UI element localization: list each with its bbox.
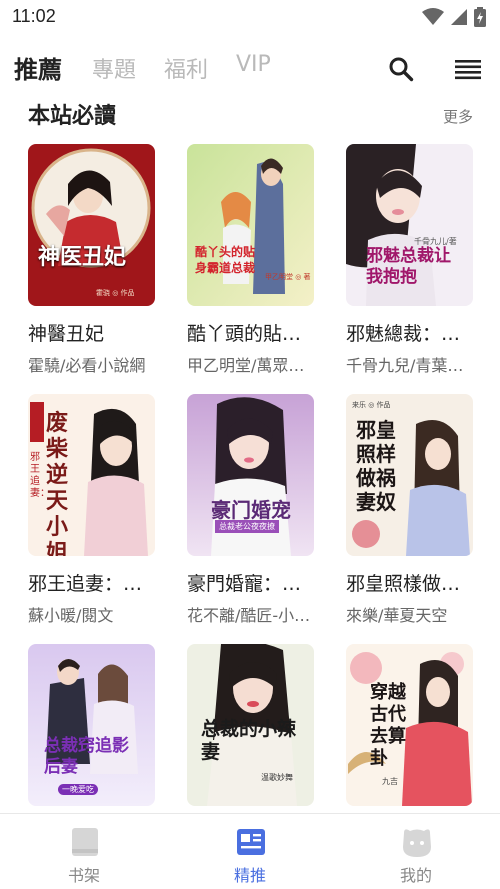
book-card[interactable]: 总裁窍追影后妻 一晚爱吃 <box>28 644 155 812</box>
tab-vip[interactable]: VIP <box>236 52 271 77</box>
battery-icon <box>474 7 486 31</box>
cover-title: 邪魅总裁让我抱抱 <box>366 246 451 287</box>
book-cover[interactable]: 总裁的小辣妻 温歌妙舞 <box>187 644 314 806</box>
cover-title: 酷丫头的贴身霸道总裁 <box>195 245 256 275</box>
cover-subtitle: 来乐 ◎ 作品 <box>352 401 391 409</box>
cover-title: 总裁窍追影后妻 <box>44 736 129 777</box>
cover-title: 废柴逆天小姐 <box>46 410 69 556</box>
book-author: 甲乙明堂/萬眾… <box>187 356 305 375</box>
nav-label: 我的 <box>399 866 432 885</box>
tab-benefits[interactable]: 福利 <box>164 52 208 84</box>
cover-title: 穿越古代去算卦 <box>370 682 406 769</box>
book-author: 來樂/華夏天空 <box>346 606 448 625</box>
book-title: 豪門婚寵：… <box>187 573 302 595</box>
bottom-nav: 书架 精推 我的 <box>0 813 500 889</box>
search-button[interactable] <box>386 56 416 86</box>
book-cover[interactable]: 总裁窍追影后妻 一晚爱吃 <box>28 644 155 806</box>
book-card[interactable]: 穿越古代去算卦 九吉 <box>346 644 473 812</box>
book-title: 酷丫頭的貼… <box>187 323 302 345</box>
section-title: 本站必讀 <box>28 104 117 129</box>
book-card[interactable]: 豪门婚宠 总裁老公夜夜撩 豪門婚寵：… 花不離/酷匠-小… <box>187 394 314 626</box>
book-cover[interactable]: 酷丫头的贴身霸道总裁 甲乙明堂 ◎ 著 <box>187 144 314 306</box>
status-icons <box>422 7 486 31</box>
cover-title: 邪皇照样做祸妻奴 <box>356 418 396 514</box>
tab-topics[interactable]: 專題 <box>92 52 136 84</box>
book-grid: 神医丑妃 霍骁 ◎ 作品 神醫丑妃 霍驍/必看小說網 酷丫头的贴身霸道总裁 甲乙… <box>0 144 500 812</box>
book-card[interactable]: 酷丫头的贴身霸道总裁 甲乙明堂 ◎ 著 酷丫頭的貼… 甲乙明堂/萬眾… <box>187 144 314 376</box>
book-title: 邪魅總裁：… <box>346 323 461 345</box>
book-author: 千骨九兒/青葉… <box>346 356 464 375</box>
book-cover[interactable]: 神医丑妃 霍骁 ◎ 作品 <box>28 144 155 306</box>
book-cover[interactable]: 穿越古代去算卦 九吉 <box>346 644 473 806</box>
nav-label: 书架 <box>67 866 100 885</box>
nav-label: 精推 <box>233 866 266 885</box>
wifi-icon <box>422 8 444 30</box>
cover-subtitle: 邪王追妻： <box>30 452 50 499</box>
book-card[interactable]: 邪魅总裁让我抱抱 千骨九儿/著 邪魅總裁：… 千骨九兒/青葉… <box>346 144 473 376</box>
cover-title: 总裁的小辣妻 <box>201 718 297 763</box>
book-author: 花不離/酷匠-小… <box>187 606 311 625</box>
book-author: 蘇小暖/閱文 <box>28 606 114 625</box>
cover-title: 豪门婚宠 <box>211 498 291 522</box>
cover-subtitle: 一晚爱吃 <box>58 784 98 795</box>
book-card[interactable]: 废柴逆天小姐 邪王追妻： 邪王追妻：… 蘇小暖/閱文 <box>28 394 155 626</box>
tab-recommend[interactable]: 推薦 <box>14 50 62 85</box>
book-title: 邪皇照樣做… <box>346 573 461 595</box>
cover-subtitle: 九吉 <box>382 777 398 786</box>
book-cover[interactable]: 豪门婚宠 总裁老公夜夜撩 <box>187 394 314 556</box>
book-cover[interactable]: 废柴逆天小姐 邪王追妻： <box>28 394 155 556</box>
cover-subtitle: 总裁老公夜夜撩 <box>215 520 279 533</box>
nav-featured[interactable]: 精推 <box>190 814 310 889</box>
menu-icon <box>455 58 481 84</box>
book-card[interactable]: 总裁的小辣妻 温歌妙舞 <box>187 644 314 812</box>
nav-bookshelf[interactable]: 书架 <box>24 814 144 889</box>
book-cover[interactable]: 邪皇照样做祸妻奴 来乐 ◎ 作品 <box>346 394 473 556</box>
nav-profile[interactable]: 我的 <box>356 814 476 889</box>
signal-icon <box>450 8 468 30</box>
status-bar: 11:02 <box>0 0 500 34</box>
search-icon <box>388 56 414 86</box>
book-card[interactable]: 神医丑妃 霍骁 ◎ 作品 神醫丑妃 霍驍/必看小說網 <box>28 144 155 376</box>
featured-icon <box>234 825 268 859</box>
book-card[interactable]: 邪皇照样做祸妻奴 来乐 ◎ 作品 邪皇照樣做… 來樂/華夏天空 <box>346 394 473 626</box>
profile-icon <box>400 825 434 859</box>
book-cover[interactable]: 邪魅总裁让我抱抱 千骨九儿/著 <box>346 144 473 306</box>
status-time: 11:02 <box>12 6 56 26</box>
cover-subtitle: 千骨九儿/著 <box>414 237 457 246</box>
cover-title: 神医丑妃 <box>38 244 127 270</box>
more-link[interactable]: 更多 <box>443 106 473 127</box>
bookshelf-icon <box>68 825 102 859</box>
book-author: 霍驍/必看小說網 <box>28 356 146 375</box>
cover-subtitle: 温歌妙舞 <box>261 773 293 782</box>
section-header: 本站必讀 更多 <box>0 92 500 132</box>
cover-subtitle: 霍骁 ◎ 作品 <box>96 289 135 297</box>
cover-subtitle: 甲乙明堂 ◎ 著 <box>265 273 311 281</box>
book-title: 邪王追妻：… <box>28 573 143 595</box>
menu-button[interactable] <box>453 56 483 86</box>
top-nav: 推薦 專題 福利 VIP <box>0 44 500 92</box>
book-title: 神醫丑妃 <box>28 323 105 345</box>
